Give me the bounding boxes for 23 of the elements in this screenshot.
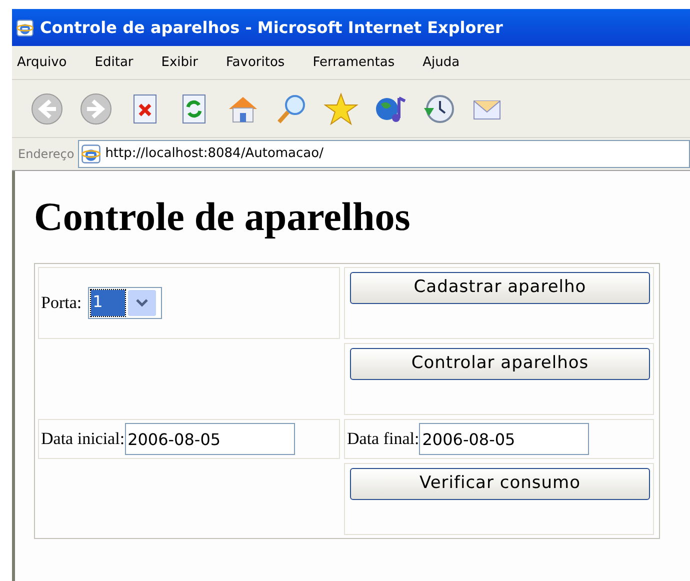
menu-item[interactable]: Editar (94, 52, 134, 72)
menu-item[interactable]: Ajuda (422, 52, 460, 72)
form-button[interactable]: Verificar consumo (350, 468, 650, 500)
start-date-field[interactable]: 2006-08-05 (124, 423, 295, 455)
form-button[interactable]: Cadastrar aparelho (350, 272, 650, 304)
page-icon (81, 144, 102, 164)
page-heading: Controle de aparelhos (34, 193, 412, 241)
port-label: Porta: (41, 292, 82, 314)
menu-item[interactable]: Ferramentas (312, 52, 395, 72)
menu-item[interactable]: Exibir (161, 52, 198, 72)
port-select[interactable]: 1 (88, 287, 162, 319)
form-button[interactable]: Controlar aparelhos (350, 348, 650, 380)
start-date-label: Data inicial: (41, 428, 125, 450)
window-title: Controle de aparelhos - Microsoft Internet Explorer (40, 16, 503, 38)
address-field[interactable]: http://localhost:8084/Automacao/ (78, 140, 690, 168)
address-label: Endereço (18, 146, 74, 163)
menu-item[interactable]: Favoritos (226, 52, 285, 72)
browser-icon (16, 18, 34, 36)
port-value: 1 (90, 290, 125, 316)
star-icon[interactable] (324, 92, 358, 126)
menu-item[interactable]: Arquivo (17, 52, 67, 72)
end-date-label: Data final: (347, 428, 420, 450)
end-date-field[interactable]: 2006-08-05 (419, 423, 590, 455)
